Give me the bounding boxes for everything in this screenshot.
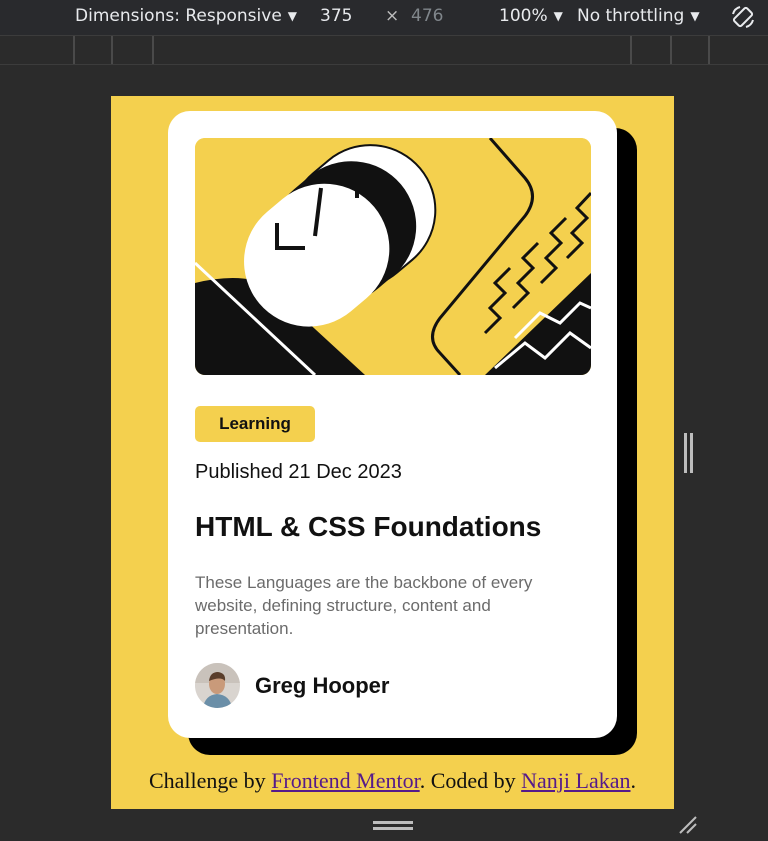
width-value: 375	[320, 6, 353, 26]
ruler-tick	[630, 36, 632, 64]
ruler-tick	[670, 36, 672, 64]
frontend-mentor-link[interactable]: Frontend Mentor	[271, 768, 420, 793]
right-resize-handle[interactable]	[684, 433, 694, 473]
height-input[interactable]: 476	[411, 6, 443, 26]
width-input[interactable]: 375	[320, 6, 352, 26]
author-row: Greg Hooper	[195, 663, 389, 708]
dimensions-label: Dimensions: Responsive	[75, 6, 282, 26]
media-query-ruler	[0, 36, 768, 65]
dimension-separator: ×	[385, 6, 400, 26]
zoom-dropdown[interactable]: 100% ▼	[499, 6, 563, 26]
ruler-tick	[73, 36, 75, 64]
attribution: Challenge by Frontend Mentor. Coded by N…	[111, 768, 674, 794]
throttling-value: No throttling	[577, 6, 685, 26]
attribution-middle: . Coded by	[419, 768, 522, 793]
devtools-device-toolbar: Dimensions: Responsive ▼ 375 × 476 100% …	[0, 0, 768, 36]
ruler-tick	[111, 36, 113, 64]
avatar-image	[195, 663, 240, 708]
author-name: Greg Hooper	[255, 672, 390, 698]
height-value: 476	[411, 6, 444, 26]
published-date: Published 21 Dec 2023	[195, 461, 402, 483]
author-link[interactable]: Nanji Lakan	[521, 768, 630, 793]
corner-resize-handle[interactable]	[678, 815, 698, 835]
ruler-tick	[708, 36, 710, 64]
card-description: These Languages are the backbone of ever…	[195, 573, 533, 638]
caret-down-icon: ▼	[690, 9, 700, 23]
hero-illustration	[195, 138, 591, 375]
attribution-prefix: Challenge by	[148, 768, 272, 793]
avatar	[195, 663, 240, 708]
caret-down-icon: ▼	[287, 9, 298, 23]
illustration-image	[195, 138, 591, 375]
category-tag: Learning	[195, 406, 315, 442]
throttling-dropdown[interactable]: No throttling ▼	[577, 6, 700, 26]
device-viewport: Learning Published 21 Dec 2023 HTML & CS…	[111, 96, 674, 809]
blog-card[interactable]: Learning Published 21 Dec 2023 HTML & CS…	[168, 111, 617, 738]
ruler-tick	[152, 36, 154, 64]
dimensions-dropdown[interactable]: Dimensions: Responsive ▼	[75, 6, 297, 26]
bottom-resize-handle[interactable]	[373, 821, 413, 831]
caret-down-icon: ▼	[553, 9, 563, 23]
zoom-value: 100%	[499, 6, 548, 26]
card-title[interactable]: HTML & CSS Foundations	[195, 511, 541, 543]
attribution-suffix: .	[630, 768, 637, 793]
rotate-icon[interactable]	[730, 4, 756, 30]
